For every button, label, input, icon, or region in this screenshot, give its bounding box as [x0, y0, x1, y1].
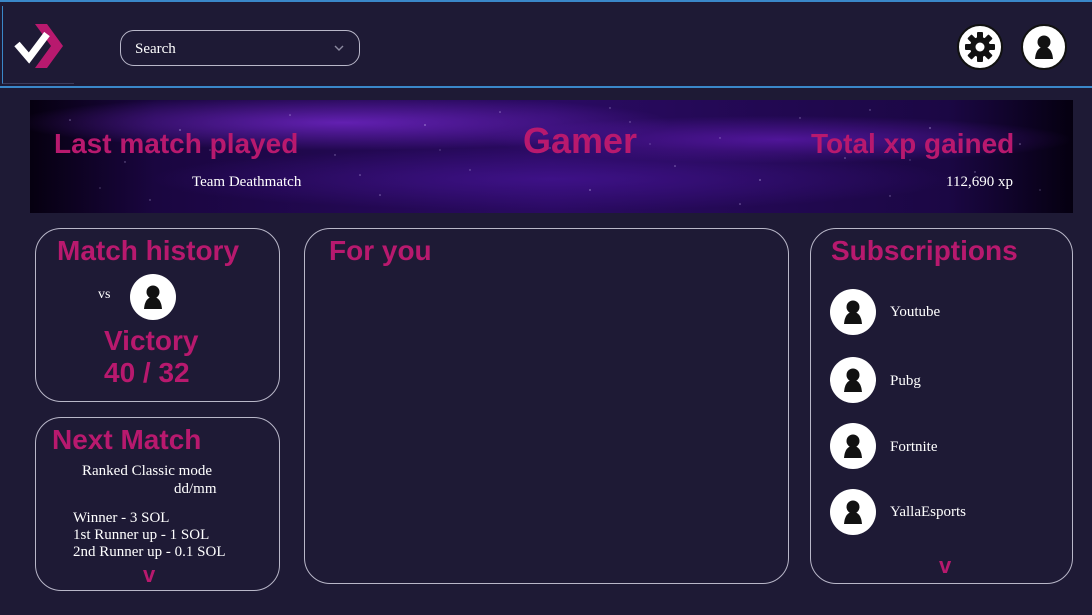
user-icon: [144, 285, 162, 309]
subscription-avatar-youtube[interactable]: [830, 289, 876, 335]
match-history-title: Match history: [57, 235, 240, 266]
user-icon: [1035, 35, 1053, 59]
prize-first-runner-up: 1st Runner up - 1 SOL: [73, 527, 210, 543]
settings-button[interactable]: [957, 24, 1003, 70]
prize-second-runner-up: 2nd Runner up - 0.1 SOL: [73, 544, 226, 560]
last-match-label: Last match played: [54, 128, 299, 159]
subscriptions-expand-chevron[interactable]: v: [939, 555, 951, 577]
user-icon: [844, 500, 862, 524]
logo[interactable]: [2, 6, 74, 84]
profile-banner: Last match played Team Deathmatch Gamer …: [30, 100, 1073, 213]
for-you-title: For you: [329, 235, 432, 266]
match-score: 40 / 32: [104, 357, 190, 388]
user-icon: [844, 368, 862, 392]
next-match-title: Next Match: [52, 424, 202, 455]
total-xp-label: Total xp gained: [811, 128, 1015, 159]
chevron-down-icon[interactable]: [333, 42, 345, 54]
subscriptions-title: Subscriptions: [831, 235, 1018, 266]
subscription-name[interactable]: Fortnite: [890, 439, 938, 456]
top-bar: [0, 0, 1092, 88]
total-xp-value: 112,690 xp: [946, 174, 1013, 190]
subscriptions-card: Subscriptions Youtube Pubg Fortnite Yall…: [810, 228, 1073, 584]
prize-winner: Winner - 3 SOL: [73, 510, 170, 526]
match-result: Victory: [104, 325, 199, 356]
user-icon: [844, 300, 862, 324]
next-match-date: dd/mm: [174, 481, 217, 497]
opponent-avatar[interactable]: [130, 274, 176, 320]
next-match-expand-chevron[interactable]: v: [143, 564, 155, 586]
subscription-name[interactable]: YallaEsports: [890, 504, 966, 521]
user-icon: [844, 434, 862, 458]
match-history-card[interactable]: Match history vs Victory 40 / 32: [35, 228, 280, 402]
next-match-card[interactable]: Next Match Ranked Classic mode dd/mm Win…: [35, 417, 280, 591]
username: Gamer: [523, 120, 638, 161]
for-you-card: For you: [304, 228, 789, 584]
gear-icon: [965, 32, 995, 62]
next-match-mode: Ranked Classic mode: [82, 463, 212, 479]
vs-label: vs: [98, 287, 111, 302]
last-match-value: Team Deathmatch: [192, 174, 302, 190]
subscription-name[interactable]: Pubg: [890, 373, 921, 390]
subscription-avatar-pubg[interactable]: [830, 357, 876, 403]
search-input[interactable]: [135, 39, 325, 59]
subscription-avatar-fortnite[interactable]: [830, 423, 876, 469]
subscription-name[interactable]: Youtube: [890, 304, 940, 321]
search-dropdown[interactable]: [120, 30, 360, 66]
profile-button[interactable]: [1021, 24, 1067, 70]
logo-icon: [14, 24, 63, 68]
subscription-avatar-yallaesports[interactable]: [830, 489, 876, 535]
